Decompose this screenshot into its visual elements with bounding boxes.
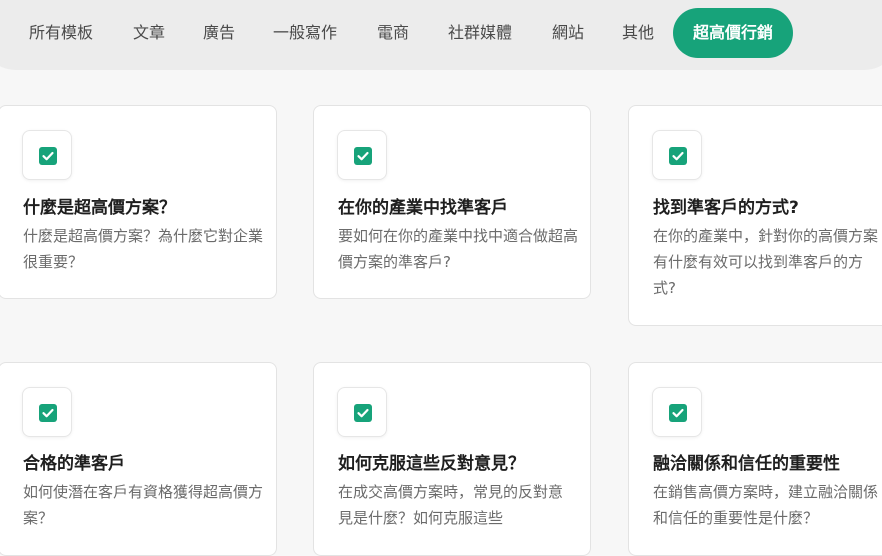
tab-other[interactable]: 其他 <box>622 22 654 44</box>
checkbox-checked-icon <box>39 147 57 165</box>
card-description: 要如何在你的產業中找中適合做超高價方案的準客戶? <box>338 227 579 271</box>
checkbox-checked-icon <box>669 147 687 165</box>
card-title: 在你的產業中找準客戶 <box>338 198 508 218</box>
template-icon-box <box>652 130 702 180</box>
template-card[interactable]: 如何克服這些反對意見？ 在成交高價方案時，常見的反對意見是什麼？如何克服這些 <box>313 362 591 556</box>
tab-ads[interactable]: 廣告 <box>203 22 235 44</box>
template-card[interactable]: 找到準客戶的方式? 在你的產業中，針對你的高價方案有什麼有效可以找到準客戶的方式… <box>628 105 882 326</box>
card-description: 在成交高價方案時，常見的反對意見是什麼？如何克服這些 <box>338 483 564 527</box>
template-icon-box <box>22 130 72 180</box>
card-description: 在銷售高價方案時，建立融洽關係和信任的重要性是什麼？ <box>653 483 879 527</box>
checkbox-checked-icon <box>669 404 687 422</box>
template-card[interactable]: 融洽關係和信任的重要性 在銷售高價方案時，建立融洽關係和信任的重要性是什麼？ <box>628 362 882 556</box>
card-description: 如何使潛在客戶有資格獲得超高價方案？ <box>23 483 264 527</box>
checkbox-checked-icon <box>354 147 372 165</box>
card-title: 什麼是超高價方案？ <box>23 198 176 218</box>
tab-articles[interactable]: 文章 <box>133 22 165 44</box>
tab-website[interactable]: 網站 <box>552 22 584 44</box>
checkbox-checked-icon <box>39 404 57 422</box>
tab-general-writing[interactable]: 一般寫作 <box>273 22 337 44</box>
tab-ecommerce[interactable]: 電商 <box>377 22 409 44</box>
tab-high-ticket-marketing[interactable]: 超高價行銷 <box>673 8 794 58</box>
card-title: 融洽關係和信任的重要性 <box>653 454 840 474</box>
card-description: 什麼是超高價方案？為什麼它對企業很重要？ <box>23 227 264 271</box>
template-card[interactable]: 合格的準客戶 如何使潛在客戶有資格獲得超高價方案？ <box>0 362 277 556</box>
template-icon-box <box>652 387 702 437</box>
template-icon-box <box>337 387 387 437</box>
template-card[interactable]: 在你的產業中找準客戶 要如何在你的產業中找中適合做超高價方案的準客戶? <box>313 105 591 299</box>
tab-all-templates[interactable]: 所有模板 <box>29 22 93 44</box>
checkbox-checked-icon <box>354 404 372 422</box>
template-icon-box <box>22 387 72 437</box>
template-card[interactable]: 什麼是超高價方案？ 什麼是超高價方案？為什麼它對企業很重要？ <box>0 105 277 299</box>
tab-social-media[interactable]: 社群媒體 <box>448 22 512 44</box>
template-icon-box <box>337 130 387 180</box>
card-title: 合格的準客戶 <box>23 454 125 474</box>
card-title: 如何克服這些反對意見？ <box>338 454 525 474</box>
card-description: 在你的產業中，針對你的高價方案有什麼有效可以找到準客戶的方式? <box>653 227 879 297</box>
card-title: 找到準客戶的方式? <box>653 198 799 218</box>
